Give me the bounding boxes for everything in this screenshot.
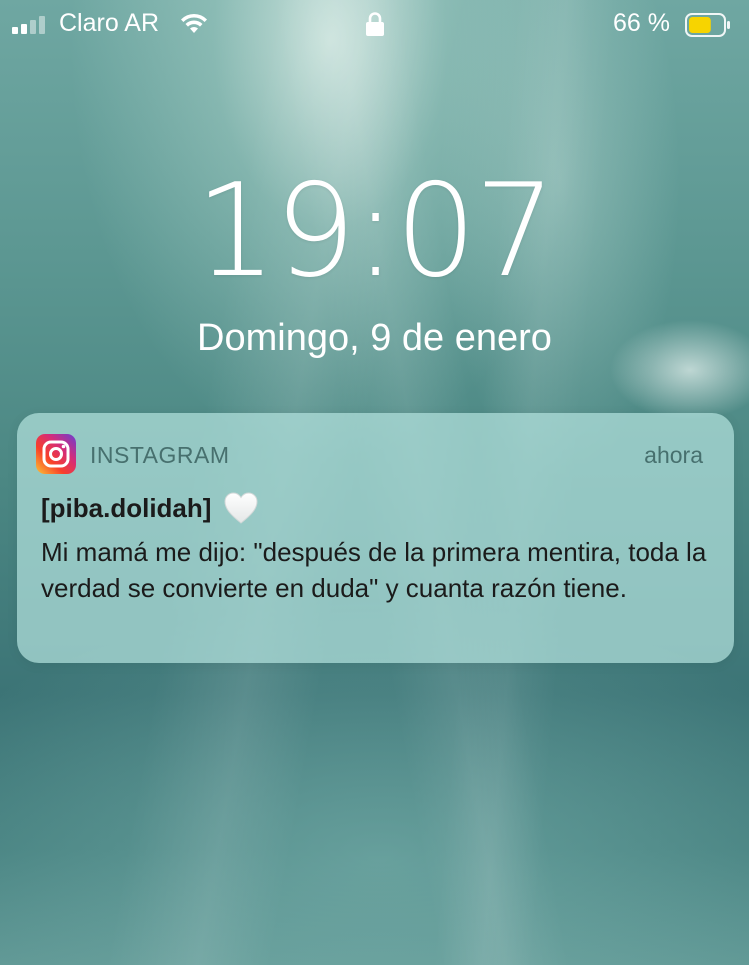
notification-body: Mi mamá me dijo: "después de la primera … xyxy=(41,537,707,603)
notification-sender: [piba.dolidah] xyxy=(41,492,212,523)
notification-app-name: INSTAGRAM xyxy=(90,442,230,468)
carrier-name: Claro AR xyxy=(59,9,160,37)
signal-icon xyxy=(12,16,45,34)
wifi-icon xyxy=(181,13,207,33)
notification-title: [piba.dolidah] xyxy=(41,491,259,525)
instagram-notification[interactable]: INSTAGRAM ahora [piba.dolidah] Mi mamá m… xyxy=(17,413,734,663)
lock-icon xyxy=(366,12,384,36)
status-bar: Claro AR 66 % xyxy=(0,0,749,50)
lockscreen-date: Domingo, 9 de enero xyxy=(197,317,552,359)
lockscreen-time: 19:07 xyxy=(195,157,556,306)
white-heart-icon xyxy=(224,492,258,524)
notification-time: ahora xyxy=(644,442,703,468)
battery-percentage: 66 % xyxy=(613,9,670,37)
instagram-icon xyxy=(36,434,76,474)
battery-icon xyxy=(685,13,730,37)
